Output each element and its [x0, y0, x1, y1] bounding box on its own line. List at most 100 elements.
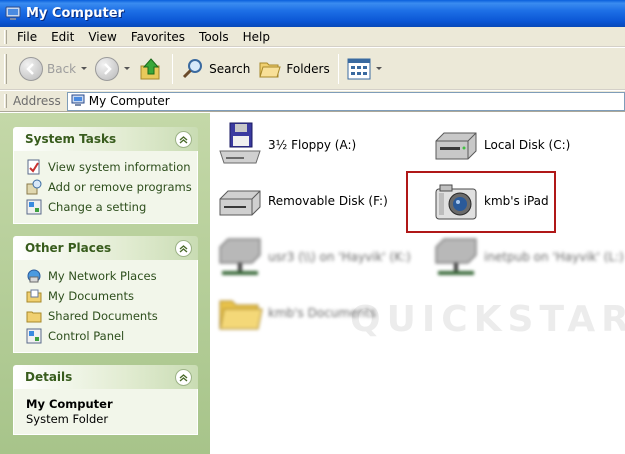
back-button[interactable]: Back: [15, 52, 91, 86]
details-type: System Folder: [26, 412, 109, 426]
details-title: Details: [25, 370, 73, 384]
title-bar: My Computer: [0, 0, 625, 27]
my-computer-small-icon: [71, 94, 85, 106]
place-my-documents[interactable]: My Documents: [26, 286, 197, 306]
folders-icon: [259, 62, 282, 77]
details-name: My Computer: [26, 397, 113, 411]
control-panel-small-icon: [26, 199, 42, 215]
toolbar-separator: [172, 53, 174, 84]
search-icon: [183, 58, 203, 78]
forward-arrow-icon: [95, 56, 120, 81]
other-places-panel: Other Places My Network Places My Docume…: [13, 236, 198, 353]
network-drive-icon: [219, 238, 261, 275]
task-add-remove-programs-label: Add or remove programs: [48, 180, 192, 194]
drive-floppy[interactable]: 3½ Floppy (A:): [216, 121, 356, 169]
my-computer-icon: [5, 6, 21, 20]
menu-grip[interactable]: [4, 29, 7, 44]
add-remove-programs-icon: [26, 179, 42, 195]
menu-edit[interactable]: Edit: [44, 30, 81, 44]
menu-tools[interactable]: Tools: [192, 30, 236, 44]
task-add-remove-programs[interactable]: Add or remove programs: [26, 177, 197, 197]
device-ipad-label: kmb's iPad: [484, 194, 549, 208]
other-places-body: My Network Places My Documents Shared Do…: [13, 260, 198, 353]
forward-button[interactable]: [91, 52, 134, 86]
address-bar: Address My Computer: [0, 91, 625, 112]
collapse-icon[interactable]: [175, 239, 192, 257]
place-network-places[interactable]: My Network Places: [26, 266, 197, 286]
toolbar-grip[interactable]: [4, 53, 7, 84]
network-drive-l[interactable]: inetpub on 'Hayvik' (L:): [432, 233, 624, 281]
search-label: Search: [209, 61, 251, 76]
views-dropdown-icon[interactable]: [375, 67, 382, 70]
menu-bar: File Edit View Favorites Tools Help: [0, 27, 625, 47]
place-my-documents-label: My Documents: [48, 289, 134, 303]
drive-removable-f[interactable]: Removable Disk (F:): [216, 177, 388, 225]
window-title: My Computer: [26, 6, 124, 21]
floppy-drive-icon: [219, 122, 261, 164]
back-arrow-icon: [19, 56, 43, 81]
collapse-icon[interactable]: [175, 130, 192, 148]
folder-icon: [219, 300, 263, 330]
other-places-title: Other Places: [25, 241, 112, 255]
place-network-places-label: My Network Places: [48, 269, 157, 283]
network-places-icon: [27, 269, 41, 283]
details-panel: Details My Computer System Folder: [13, 365, 198, 435]
system-tasks-header[interactable]: System Tasks: [13, 127, 198, 151]
menu-help[interactable]: Help: [236, 30, 277, 44]
system-tasks-title: System Tasks: [25, 132, 117, 146]
back-dropdown-icon[interactable]: [81, 67, 88, 70]
network-drive-k-label: usr3 (\\) on 'Hayvik' (K:): [268, 250, 411, 264]
device-ipad[interactable]: kmb's iPad: [432, 177, 549, 225]
task-pane: System Tasks View system information Add…: [0, 113, 210, 454]
views-button[interactable]: [343, 52, 386, 86]
search-button[interactable]: Search: [177, 52, 254, 86]
network-drive-l-label: inetpub on 'Hayvik' (L:): [484, 250, 624, 264]
folders-button[interactable]: Folders: [254, 52, 333, 86]
folder-kmb-documents-label: kmb's Documents: [268, 306, 377, 320]
hard-disk-icon: [435, 132, 477, 160]
place-control-panel-label: Control Panel: [48, 329, 125, 343]
network-drive-icon: [435, 238, 477, 275]
toolbar-separator-2: [337, 53, 339, 84]
task-change-setting-label: Change a setting: [48, 200, 147, 214]
watermark: QUICKSTARTS: [350, 299, 625, 340]
details-body: My Computer System Folder: [13, 389, 198, 435]
forward-dropdown-icon[interactable]: [124, 67, 131, 70]
details-header[interactable]: Details: [13, 365, 198, 389]
folders-label: Folders: [286, 61, 330, 76]
folder-kmb-documents[interactable]: kmb's Documents: [216, 289, 376, 337]
views-icon: [347, 58, 371, 79]
up-folder-icon: [140, 57, 160, 79]
place-shared-documents[interactable]: Shared Documents: [26, 306, 197, 326]
menu-favorites[interactable]: Favorites: [124, 30, 192, 44]
other-places-header[interactable]: Other Places: [13, 236, 198, 260]
task-change-setting[interactable]: Change a setting: [26, 197, 197, 217]
toolbar: Back Search Folders: [0, 48, 625, 90]
up-button[interactable]: [134, 52, 168, 86]
address-input[interactable]: My Computer: [66, 91, 625, 111]
address-label: Address: [13, 94, 61, 108]
shared-documents-icon: [26, 311, 42, 323]
my-documents-icon: [26, 289, 42, 303]
system-tasks-panel: System Tasks View system information Add…: [13, 127, 198, 224]
address-grip[interactable]: [4, 94, 7, 108]
back-label: Back: [47, 61, 77, 76]
control-panel-icon: [26, 328, 42, 344]
address-value: My Computer: [88, 94, 170, 108]
removable-disk-icon: [219, 190, 261, 216]
drive-floppy-label: 3½ Floppy (A:): [268, 138, 357, 152]
drive-local-c[interactable]: Local Disk (C:): [432, 121, 570, 169]
drive-removable-f-label: Removable Disk (F:): [268, 194, 388, 208]
drive-local-c-label: Local Disk (C:): [484, 138, 571, 152]
collapse-icon[interactable]: [175, 368, 192, 386]
camera-icon: [435, 184, 477, 220]
task-view-system-info[interactable]: View system information: [26, 157, 197, 177]
menu-view[interactable]: View: [81, 30, 123, 44]
place-shared-documents-label: Shared Documents: [48, 309, 158, 323]
system-tasks-body: View system information Add or remove pr…: [13, 151, 198, 224]
main-pane: QUICKSTARTS 3½ Floppy (A:) Local Disk (C…: [210, 113, 625, 454]
network-drive-k[interactable]: usr3 (\\) on 'Hayvik' (K:): [216, 233, 411, 281]
menu-file[interactable]: File: [13, 30, 44, 44]
task-view-system-info-label: View system information: [48, 160, 191, 174]
place-control-panel[interactable]: Control Panel: [26, 326, 197, 346]
